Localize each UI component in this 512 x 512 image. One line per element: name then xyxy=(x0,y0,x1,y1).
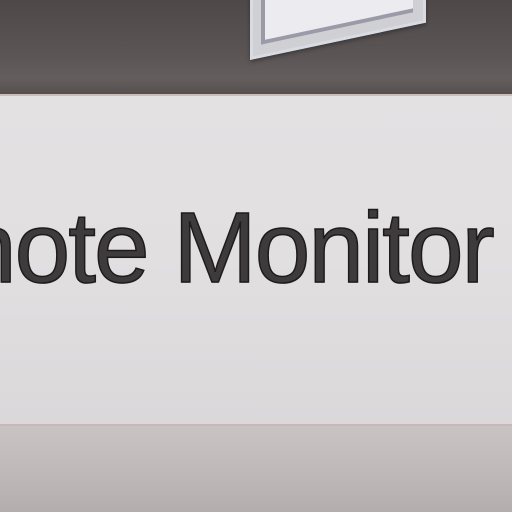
photo-scene: note Monitor xyxy=(0,0,512,512)
sign-label: note Monitor xyxy=(0,192,496,304)
table-surface xyxy=(0,426,512,512)
